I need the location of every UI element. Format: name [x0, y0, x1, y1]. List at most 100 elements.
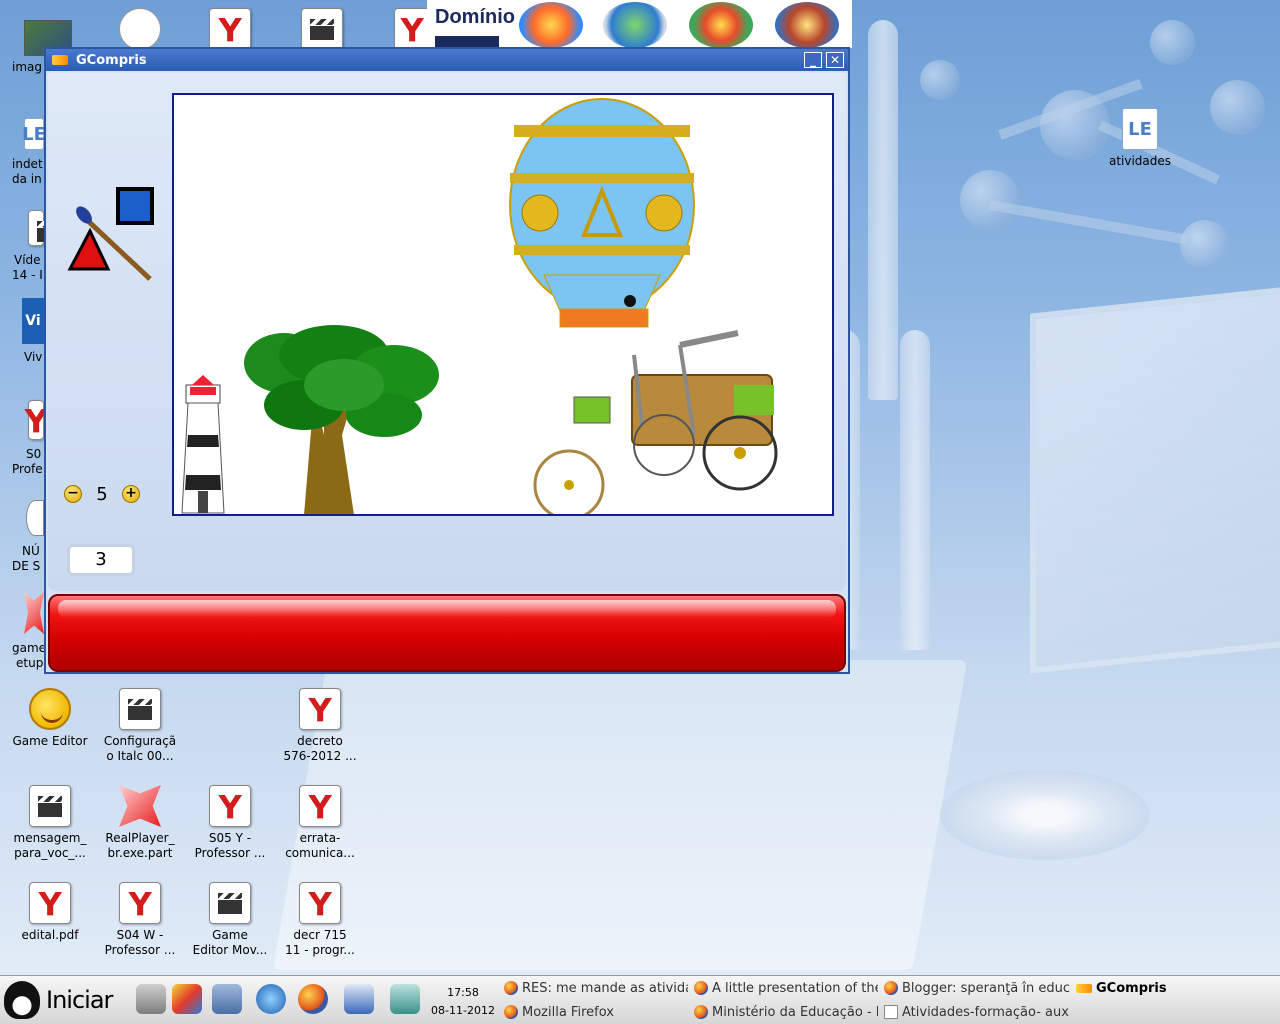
desktop-icon-label[interactable]: NÚ — [22, 544, 40, 558]
level-down-button[interactable]: − — [64, 485, 82, 503]
firefox-icon — [884, 981, 898, 995]
desktop-icon-label: o Italc 00... — [106, 749, 174, 763]
task-item[interactable]: RES: me mande as atividad — [504, 977, 688, 999]
tux-icon — [4, 981, 40, 1019]
document-icon — [1122, 108, 1158, 150]
task-label: A little presentation of the — [712, 980, 878, 996]
windows-icon[interactable] — [344, 984, 374, 1014]
desktop-icon-label[interactable]: game — [12, 641, 46, 655]
window-titlebar[interactable]: GCompris _ ✕ — [46, 49, 848, 71]
vivo-app-icon[interactable]: Vi — [22, 298, 44, 344]
window-title: GCompris — [76, 52, 147, 68]
desktop-icon-decr715[interactable]: decr 715 11 - progr... — [280, 882, 360, 958]
firefox-icon — [504, 1005, 518, 1019]
pencils-icon[interactable] — [689, 2, 753, 48]
gcompris-control-bar[interactable] — [48, 594, 846, 672]
desktop-icon-label: RealPlayer_ — [105, 831, 175, 845]
minimize-button[interactable]: _ — [804, 52, 822, 68]
desktop-icon-label[interactable]: 14 - I — [12, 268, 43, 282]
desktop-icon-label: para_voc_... — [14, 846, 86, 860]
desktop-icon-game-editor-movie[interactable]: Game Editor Mov... — [190, 882, 270, 958]
desktop-icon-configuracao[interactable]: Configuraçã o Italc 00... — [100, 688, 180, 764]
desktop-icon-decreto[interactable]: decreto 576-2012 ... — [280, 688, 360, 764]
task-item[interactable]: Mozilla Firefox — [504, 1001, 688, 1023]
abc-blocks-icon[interactable] — [603, 2, 667, 48]
drawing-canvas[interactable] — [172, 93, 834, 521]
paint-hand-icon[interactable] — [519, 2, 583, 48]
desktop-icon-realplayer[interactable]: RealPlayer_ br.exe.part — [100, 785, 180, 861]
film-reel-icon[interactable] — [775, 2, 839, 48]
desktop-icon-label: errata- — [299, 831, 341, 845]
desktop-icon-label[interactable]: etup — [16, 656, 43, 670]
tree-shape[interactable] — [244, 325, 439, 515]
task-item[interactable]: Blogger: speranţă în educ — [884, 977, 1070, 999]
volume-icon[interactable] — [136, 984, 166, 1014]
task-label: Ministério da Educação - M — [712, 1004, 878, 1020]
task-item[interactable]: A little presentation of the — [694, 977, 878, 999]
desktop-icon-label[interactable]: Viv — [24, 350, 42, 364]
document-icon[interactable] — [24, 118, 44, 150]
firefox-icon — [694, 1005, 708, 1019]
video-file-icon[interactable] — [28, 210, 61, 246]
pdf-file-icon — [299, 882, 341, 924]
firefox-icon[interactable] — [298, 984, 328, 1014]
close-button[interactable]: ✕ — [826, 52, 844, 68]
desktop-icon-label: comunica... — [285, 846, 355, 860]
taskbar: Iniciar 17:58 08-11-2012 RES: me mande a… — [0, 975, 1280, 1024]
drawing-activity-icon — [67, 187, 154, 281]
desktop-icon-atividades[interactable]: atividades — [1100, 108, 1180, 169]
score-display: 3 — [67, 544, 135, 576]
firefox-icon — [504, 981, 518, 995]
desktop-icon-s05y[interactable]: S05 Y - Professor ... — [190, 785, 270, 861]
desktop-icon-label[interactable]: S0 — [26, 447, 41, 461]
task-label: Atividades-formação- auxil — [902, 1004, 1070, 1020]
paint-icon[interactable] — [172, 984, 202, 1014]
pdf-file-icon — [299, 688, 341, 730]
desktop-icon-label[interactable]: Profe — [12, 462, 43, 476]
pdf-file-icon — [299, 785, 341, 827]
video-file-icon — [209, 882, 251, 924]
pdf-file-icon — [29, 882, 71, 924]
desktop-icon-label[interactable]: DE S — [12, 559, 40, 573]
desktop-icon-errata[interactable]: errata- comunica... — [280, 785, 360, 861]
desktop-icon-game-editor[interactable]: Game Editor — [10, 688, 90, 749]
task-label: GCompris — [1096, 980, 1167, 996]
network-icon[interactable] — [212, 984, 242, 1014]
antique-car-shape[interactable] — [533, 330, 778, 521]
task-label: Mozilla Firefox — [522, 1004, 614, 1020]
desktop-icon-mensagem[interactable]: mensagem_ para_voc_... — [10, 785, 90, 861]
task-label: RES: me mande as atividad — [522, 980, 688, 996]
task-item-active[interactable]: GCompris — [1076, 977, 1256, 999]
desktop-icon-label: Editor Mov... — [192, 943, 268, 957]
globe-icon[interactable] — [256, 984, 286, 1014]
realplayer-icon — [119, 785, 161, 827]
desktop-icon-label[interactable]: indet — [12, 157, 43, 171]
desktop-icon-label[interactable]: Víde — [14, 253, 41, 267]
level-number: 5 — [96, 483, 108, 505]
browser-shortcut-icon[interactable] — [26, 500, 44, 536]
level-up-button[interactable]: + — [122, 485, 140, 503]
trash-icon[interactable] — [390, 984, 420, 1014]
gcompris-app-icon — [1076, 983, 1092, 993]
gcompris-app-icon — [52, 55, 68, 65]
desktop-icon-label: S05 Y - — [208, 831, 252, 845]
pdf-file-icon[interactable] — [28, 400, 44, 440]
game-editor-icon — [29, 688, 71, 730]
desktop-icon-label: Professor ... — [104, 943, 176, 957]
pdf-file-icon — [209, 8, 251, 50]
hot-air-balloon-shape[interactable] — [509, 98, 695, 328]
lighthouse-shape[interactable] — [181, 375, 225, 514]
video-file-icon — [301, 8, 343, 50]
dominio-publico-label[interactable]: Domínio — [435, 6, 515, 29]
desktop-icon-s04w[interactable]: S04 W - Professor ... — [100, 882, 180, 958]
desktop-icon-edital[interactable]: edital.pdf — [10, 882, 90, 943]
start-label: Iniciar — [46, 986, 113, 1014]
start-button[interactable]: Iniciar — [4, 978, 122, 1022]
task-item[interactable]: Atividades-formação- auxil — [884, 1001, 1070, 1023]
clock: 17:58 08-11-2012 — [426, 984, 500, 1020]
document-icon — [119, 8, 161, 50]
desktop-icon-label[interactable]: imag — [12, 60, 42, 74]
task-item[interactable]: Ministério da Educação - M — [694, 1001, 878, 1023]
clock-date: 08-11-2012 — [431, 1004, 495, 1017]
desktop-icon-label[interactable]: da in — [12, 172, 42, 186]
